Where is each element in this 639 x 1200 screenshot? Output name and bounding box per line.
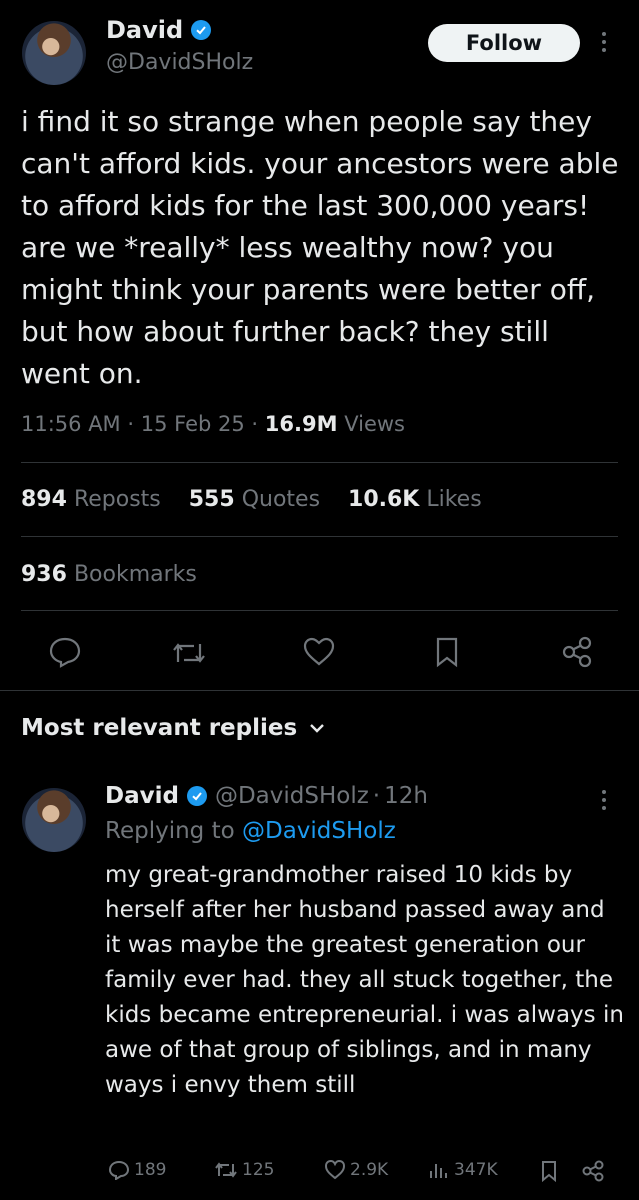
divider — [21, 462, 618, 463]
divider — [21, 610, 618, 611]
bookmark-icon[interactable] — [434, 636, 460, 672]
reply-author-name[interactable]: David — [105, 783, 179, 809]
quotes-stat[interactable]: 555 Quotes — [189, 487, 320, 512]
verified-icon — [186, 786, 207, 806]
divider — [21, 536, 618, 537]
likes-stat[interactable]: 10.6K Likes — [348, 487, 482, 512]
like-icon — [324, 1160, 346, 1180]
repost-icon — [215, 1162, 237, 1178]
reply-author-avatar[interactable] — [22, 788, 86, 852]
tweet-meta: 11:56 AM · 15 Feb 25 · 16.9M Views — [21, 412, 405, 436]
reply-time[interactable]: 12h — [384, 783, 428, 809]
chevron-down-icon — [310, 724, 325, 733]
share-icon[interactable] — [561, 636, 593, 672]
like-icon[interactable] — [302, 637, 336, 671]
views-count: 16.9M — [264, 412, 338, 436]
repost-icon[interactable] — [170, 638, 208, 672]
reposts-stat[interactable]: 894 Reposts — [21, 487, 161, 512]
tweet-date[interactable]: 15 Feb 25 — [141, 412, 245, 436]
share-icon — [582, 1160, 604, 1182]
divider — [0, 690, 639, 691]
reply-like-button[interactable]: 2.9K — [324, 1160, 388, 1180]
verified-icon — [191, 20, 212, 40]
more-options-icon[interactable] — [601, 32, 607, 54]
bookmarks-stat[interactable]: 936 Bookmarks — [21, 562, 197, 587]
reply-icon — [108, 1160, 130, 1180]
views-label: Views — [344, 412, 405, 436]
replies-sort-dropdown[interactable]: Most relevant replies — [21, 715, 325, 741]
bookmark-icon — [542, 1161, 556, 1182]
replies-sort-label: Most relevant replies — [21, 715, 298, 741]
views-icon — [430, 1164, 447, 1178]
replying-to: Replying to @DavidSHolz — [105, 818, 396, 844]
reply-share-button[interactable] — [582, 1160, 604, 1182]
reply-icon[interactable] — [48, 636, 82, 672]
author-name[interactable]: David — [106, 16, 183, 44]
reply-replies-button[interactable]: 189 — [108, 1160, 166, 1180]
reply-views-button[interactable]: 347K — [428, 1160, 498, 1180]
follow-button[interactable]: Follow — [428, 24, 580, 62]
reply-author-handle[interactable]: @DavidSHolz — [215, 783, 369, 809]
author-avatar[interactable] — [22, 21, 86, 85]
replying-to-link[interactable]: @DavidSHolz — [242, 818, 396, 844]
tweet-time[interactable]: 11:56 AM — [21, 412, 121, 436]
reply-more-options-icon[interactable] — [601, 790, 607, 812]
reply-repost-button[interactable]: 125 — [214, 1160, 274, 1180]
tweet-text: i find it so strange when people say the… — [21, 105, 619, 390]
stats-row: 894 Reposts 555 Quotes 10.6K Likes — [21, 487, 482, 512]
reply-text: my great-grandmother raised 10 kids by h… — [105, 862, 624, 1098]
reply-header: David @DavidSHolz · 12h — [105, 783, 428, 809]
author-handle[interactable]: @DavidSHolz — [106, 50, 253, 75]
reply-bookmark-button[interactable] — [540, 1160, 558, 1182]
